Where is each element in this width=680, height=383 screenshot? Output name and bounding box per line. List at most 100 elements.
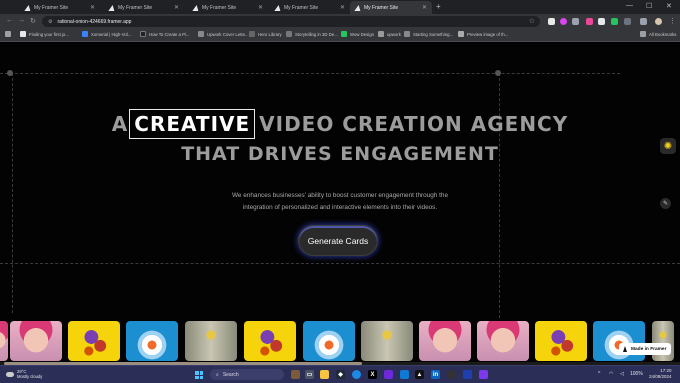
maximize-icon[interactable]: ☐	[646, 2, 652, 10]
browser-tab[interactable]: My Framer Site ✕	[20, 1, 100, 14]
browser-tab-active[interactable]: My Framer Site ✕	[350, 1, 432, 14]
bookmark-item[interactable]: Xomerial | High-Vol...	[82, 31, 131, 37]
cloud-icon	[6, 371, 14, 377]
bookmark-item[interactable]: Finding your first jo...	[20, 31, 69, 37]
vscode-icon[interactable]	[400, 370, 409, 379]
bookmark-icon	[458, 31, 464, 37]
card-face[interactable]	[0, 321, 8, 361]
bookmark-label: Preview image of th...	[467, 31, 509, 37]
framer-app-icon[interactable]: ▲	[415, 370, 424, 379]
app-icon[interactable]	[463, 370, 472, 379]
card-flower[interactable]	[593, 321, 645, 361]
wifi-icon[interactable]: ◠	[609, 371, 613, 377]
bookmark-item[interactable]: Starting Something...	[404, 31, 453, 37]
close-icon[interactable]: ✕	[174, 4, 179, 11]
battery-percent[interactable]: 100%	[630, 371, 643, 377]
bookmark-item[interactable]: Storytelling in 3D De...	[286, 31, 338, 37]
bookmark-item[interactable]: Preview image of th...	[458, 31, 508, 37]
card-dancer[interactable]	[535, 321, 587, 361]
page-viewport: A CREATIVE VIDEO CREATION AGENCY THAT DRIV…	[0, 43, 680, 364]
card-flower[interactable]	[126, 321, 178, 361]
avatar[interactable]	[655, 18, 662, 25]
card-statue[interactable]	[652, 321, 674, 361]
site-info-icon[interactable]: ⚙	[48, 19, 52, 25]
tab-label: My Framer Site	[202, 4, 237, 11]
card-dancer[interactable]	[244, 321, 296, 361]
extension-icon[interactable]	[611, 18, 618, 25]
bookmarks-bar: Finding your first jo... Xomerial | High…	[0, 29, 680, 42]
browser-tab[interactable]: My Framer Site ✕	[188, 1, 268, 14]
linkedin-icon[interactable]: in	[431, 370, 440, 379]
app-icon[interactable]	[479, 370, 488, 379]
close-icon[interactable]: ✕	[422, 4, 427, 11]
chevron-up-icon[interactable]: ^	[598, 371, 600, 377]
headline-line-2: THAT DRIVES ENGAGEMENT	[181, 143, 499, 165]
chrome-icon[interactable]	[352, 370, 361, 379]
all-bookmarks[interactable]: All Bookmarks	[640, 31, 676, 37]
x-icon[interactable]: X	[368, 370, 377, 379]
minimize-icon[interactable]: —	[626, 2, 633, 9]
extension-icon[interactable]	[572, 18, 579, 25]
edit-icon[interactable]: ✎	[660, 198, 671, 209]
sparkle-icon[interactable]: ✺	[660, 138, 676, 154]
browser-tab[interactable]: My Framer Site ✕	[104, 1, 184, 14]
bookmark-item[interactable]: How To Create a Pi...	[140, 31, 190, 37]
bookmark-icon	[286, 31, 292, 37]
card-statue[interactable]	[185, 321, 237, 361]
file-explorer-icon[interactable]	[320, 370, 329, 379]
close-window-icon[interactable]: ✕	[666, 2, 672, 10]
menu-icon[interactable]: ⋮	[669, 17, 676, 25]
card-statue[interactable]	[361, 321, 413, 361]
close-icon[interactable]: ✕	[90, 4, 95, 11]
widget-icon[interactable]	[291, 370, 300, 379]
forward-icon[interactable]: →	[18, 17, 25, 24]
bookmark-item[interactable]: upwork	[378, 31, 401, 37]
card-face[interactable]	[419, 321, 471, 361]
framer-icon	[193, 5, 199, 11]
back-icon[interactable]: ←	[6, 17, 13, 24]
extension-icon[interactable]	[560, 18, 567, 25]
extension-icon[interactable]	[548, 18, 555, 25]
reload-icon[interactable]: ↻	[30, 17, 36, 25]
bookmark-label: Storytelling in 3D De...	[295, 31, 338, 37]
card-flower[interactable]	[303, 321, 355, 361]
task-view-icon[interactable]: ▭	[305, 370, 314, 379]
all-bookmarks-label: All Bookmarks	[649, 31, 677, 37]
made-in-framer-badge[interactable]: Made in Framer	[619, 343, 672, 355]
card-face[interactable]	[10, 321, 62, 361]
new-tab-icon[interactable]: +	[436, 2, 441, 11]
card-face[interactable]	[477, 321, 529, 361]
card-dancer[interactable]	[68, 321, 120, 361]
headline-suffix: VIDEO CREATION AGENCY	[259, 112, 569, 136]
framer-icon	[275, 5, 281, 11]
tab-label: My Framer Site	[284, 4, 319, 11]
app-icon[interactable]	[384, 370, 393, 379]
bookmark-star-icon[interactable]: ☆	[529, 17, 535, 25]
clock[interactable]: 17:20 24/08/2024	[649, 368, 672, 380]
generate-cards-button[interactable]: Generate Cards	[298, 225, 378, 256]
taskbar-search[interactable]: ⌕ Search	[210, 369, 284, 380]
bookmark-item[interactable]: Hero Library	[249, 31, 282, 37]
bookmark-item[interactable]: Wow Design	[341, 31, 374, 37]
extensions-puzzle-icon[interactable]	[624, 18, 631, 25]
search-icon: ⌕	[216, 371, 219, 378]
windows-start-icon[interactable]	[195, 371, 203, 379]
app-icon[interactable]: ◆	[336, 370, 345, 379]
extension-icon[interactable]	[598, 18, 605, 25]
sidebar-icon[interactable]	[640, 18, 647, 25]
apps-icon[interactable]	[5, 31, 11, 37]
guide-line	[0, 263, 680, 264]
weather-widget[interactable]: 29°C Mostly cloudy	[6, 369, 42, 379]
bookmark-item[interactable]: Upwork Cover Lette...	[198, 31, 249, 37]
close-icon[interactable]: ✕	[258, 4, 263, 11]
bookmark-icon	[249, 31, 255, 37]
app-icon[interactable]	[447, 370, 456, 379]
bookmark-icon	[378, 31, 384, 37]
volume-icon[interactable]: ◁	[620, 371, 624, 377]
folder-icon	[640, 31, 646, 37]
address-bar[interactable]: ⚙ rational-onion-424669.framer.app ☆	[42, 16, 540, 27]
browser-tab[interactable]: My Framer Site ✕	[270, 1, 350, 14]
extension-icon[interactable]	[586, 18, 593, 25]
close-icon[interactable]: ✕	[340, 4, 345, 11]
headline-highlight: CREATIVE	[129, 109, 256, 139]
